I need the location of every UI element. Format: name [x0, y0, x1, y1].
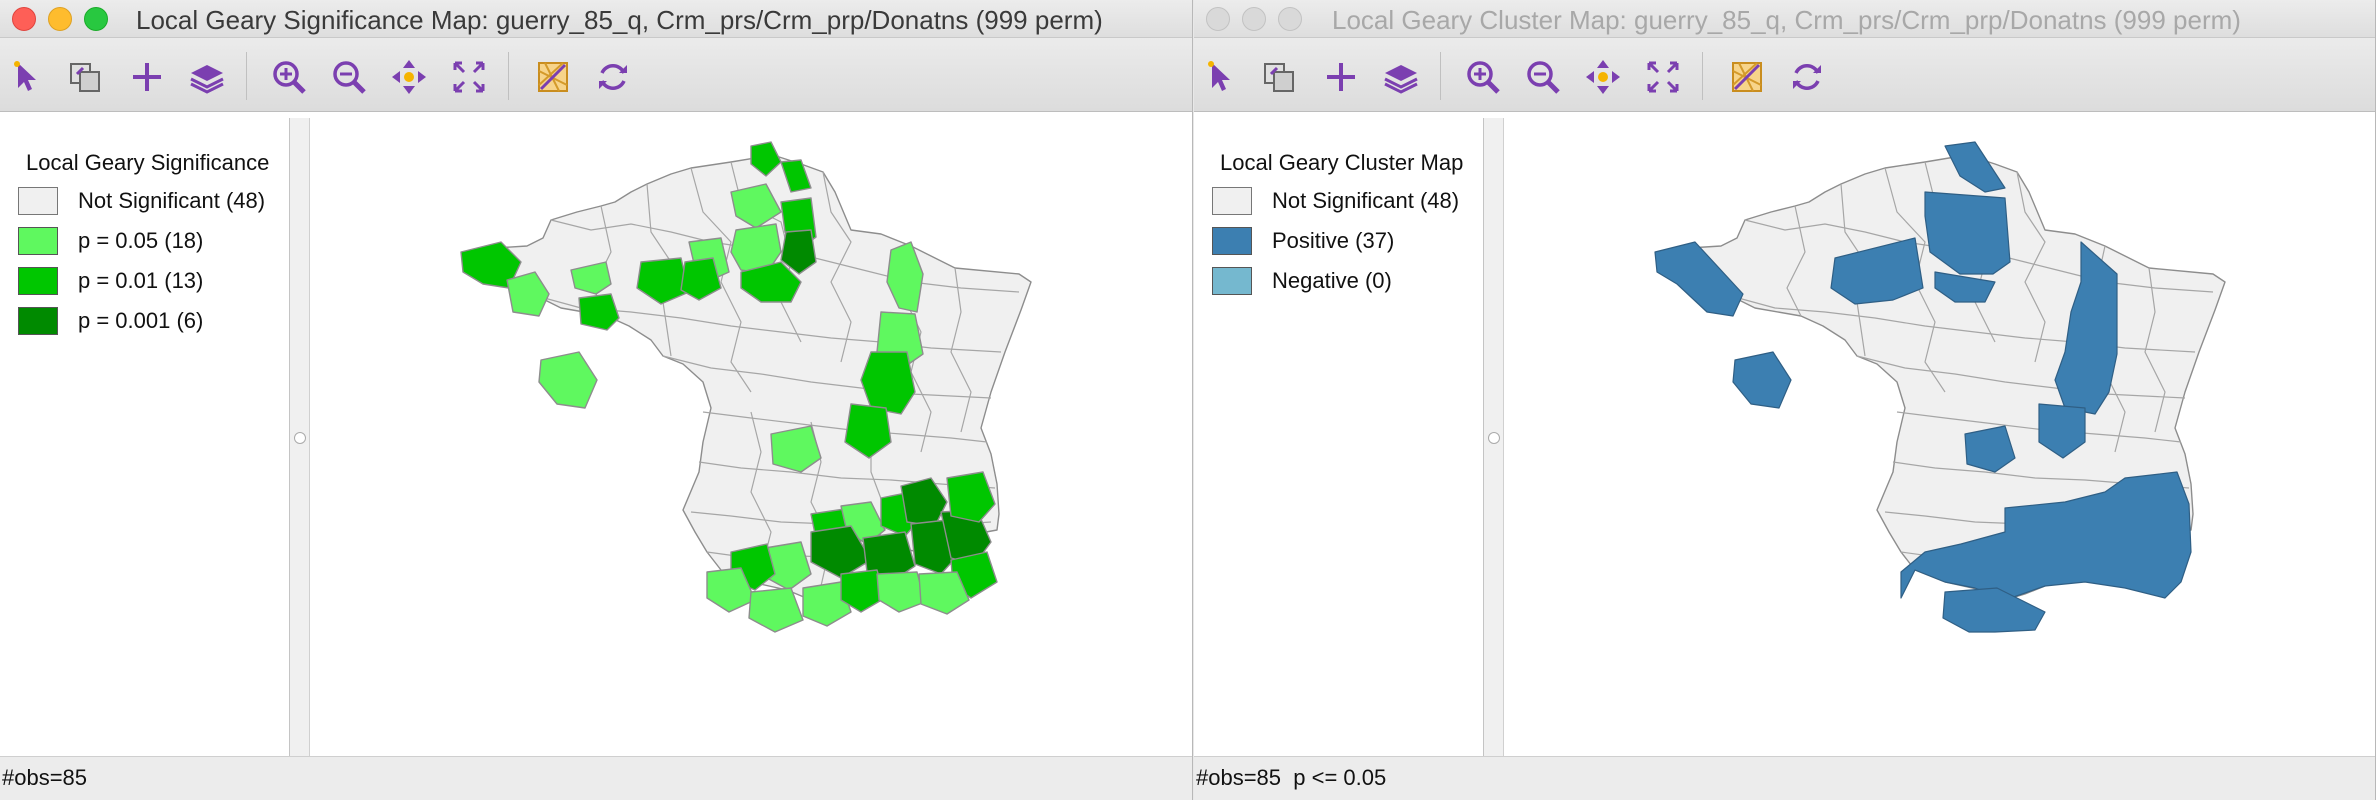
splitter-grip[interactable]: [1488, 432, 1500, 444]
zoom-out-icon[interactable]: [328, 56, 370, 98]
zoom-window-button[interactable]: [1278, 7, 1302, 31]
legend-splitter-handle[interactable]: [1484, 118, 1504, 758]
legend-swatch: [1212, 187, 1252, 215]
layers-icon[interactable]: [1380, 56, 1422, 98]
significance-map-canvas[interactable]: [311, 112, 1192, 756]
legend-title: Local Geary Cluster Map: [1220, 150, 1464, 175]
legend-item-not-significant[interactable]: Not Significant (48): [18, 186, 265, 216]
region-p005: [876, 571, 926, 613]
zoom-window-button[interactable]: [84, 7, 108, 31]
legend-item-p0001[interactable]: p = 0.001 (6): [18, 306, 203, 336]
title-bar[interactable]: Local Geary Cluster Map: guerry_85_q, Cr…: [1194, 0, 2375, 38]
legend-label: p = 0.001 (6): [78, 308, 204, 333]
window-title: Local Geary Significance Map: guerry_85_…: [136, 5, 1103, 35]
close-window-button[interactable]: [12, 7, 36, 31]
layers-icon[interactable]: [186, 56, 228, 98]
legend-item-p001[interactable]: p = 0.01 (13): [18, 266, 203, 296]
legend-swatch: [1212, 227, 1252, 255]
legend-swatch: [18, 307, 58, 335]
add-icon[interactable]: [126, 56, 168, 98]
pan-icon[interactable]: [388, 56, 430, 98]
zoom-in-icon[interactable]: [1462, 56, 1504, 98]
status-text: #obs=85: [2, 765, 88, 790]
map-legend: Local Geary Cluster Map Not Significant …: [1194, 118, 1484, 758]
status-bar: #obs=85: [0, 756, 1192, 800]
zoom-in-icon[interactable]: [268, 56, 310, 98]
toggle-basemap-icon[interactable]: [1726, 56, 1768, 98]
minimize-window-button[interactable]: [48, 7, 72, 31]
toggle-basemap-icon[interactable]: [532, 56, 574, 98]
select-icon[interactable]: [6, 56, 48, 98]
legend-swatch: [18, 227, 58, 255]
legend-label: p = 0.01 (13): [78, 268, 204, 293]
refresh-icon[interactable]: [1786, 56, 1828, 98]
map-legend: Local Geary Significance Not Significant…: [0, 118, 290, 758]
add-icon[interactable]: [1320, 56, 1362, 98]
cluster-map-window: Local Geary Cluster Map: guerry_85_q, Cr…: [1194, 0, 2376, 800]
toolbar: [1194, 38, 2375, 112]
region-p001: [578, 293, 620, 331]
pan-icon[interactable]: [1582, 56, 1624, 98]
legend-splitter-handle[interactable]: [290, 118, 310, 758]
legend-label: p = 0.05 (18): [78, 228, 204, 253]
legend-label: Negative (0): [1272, 268, 1392, 293]
title-bar[interactable]: Local Geary Significance Map: guerry_85_…: [0, 0, 1192, 38]
region-p005: [538, 351, 598, 409]
copy-selection-icon[interactable]: [1258, 56, 1300, 98]
status-text: #obs=85 p <= 0.05: [1196, 765, 1387, 790]
legend-label: Not Significant (48): [1272, 188, 1460, 213]
legend-swatch: [18, 187, 58, 215]
significance-map: [460, 141, 1032, 633]
close-window-button[interactable]: [1206, 7, 1230, 31]
legend-swatch: [18, 267, 58, 295]
region-p005: [748, 587, 804, 633]
status-bar: #obs=85 p <= 0.05: [1194, 756, 2375, 800]
legend-item-negative[interactable]: Negative (0): [1212, 266, 1392, 296]
legend-label: Not Significant (48): [78, 188, 266, 213]
region-p001: [860, 351, 916, 415]
legend-title: Local Geary Significance: [26, 150, 270, 175]
copy-selection-icon[interactable]: [64, 56, 106, 98]
legend-swatch: [1212, 267, 1252, 295]
cluster-map: [1654, 141, 2226, 633]
cluster-map-canvas[interactable]: [1505, 112, 2375, 756]
window-title: Local Geary Cluster Map: guerry_85_q, Cr…: [1332, 5, 2241, 35]
legend-item-p005[interactable]: p = 0.05 (18): [18, 226, 203, 256]
splitter-grip[interactable]: [294, 432, 306, 444]
fit-extent-icon[interactable]: [1642, 56, 1684, 98]
zoom-out-icon[interactable]: [1522, 56, 1564, 98]
refresh-icon[interactable]: [592, 56, 634, 98]
legend-item-positive[interactable]: Positive (37): [1212, 226, 1394, 256]
legend-label: Positive (37): [1272, 228, 1395, 253]
fit-extent-icon[interactable]: [448, 56, 490, 98]
region-positive: [1942, 587, 2046, 633]
legend-item-not-significant[interactable]: Not Significant (48): [1212, 186, 1459, 216]
significance-map-window: Local Geary Significance Map: guerry_85_…: [0, 0, 1193, 800]
minimize-window-button[interactable]: [1242, 7, 1266, 31]
toolbar: [0, 38, 1192, 112]
select-icon[interactable]: [1200, 56, 1242, 98]
region-positive: [1732, 351, 1792, 409]
